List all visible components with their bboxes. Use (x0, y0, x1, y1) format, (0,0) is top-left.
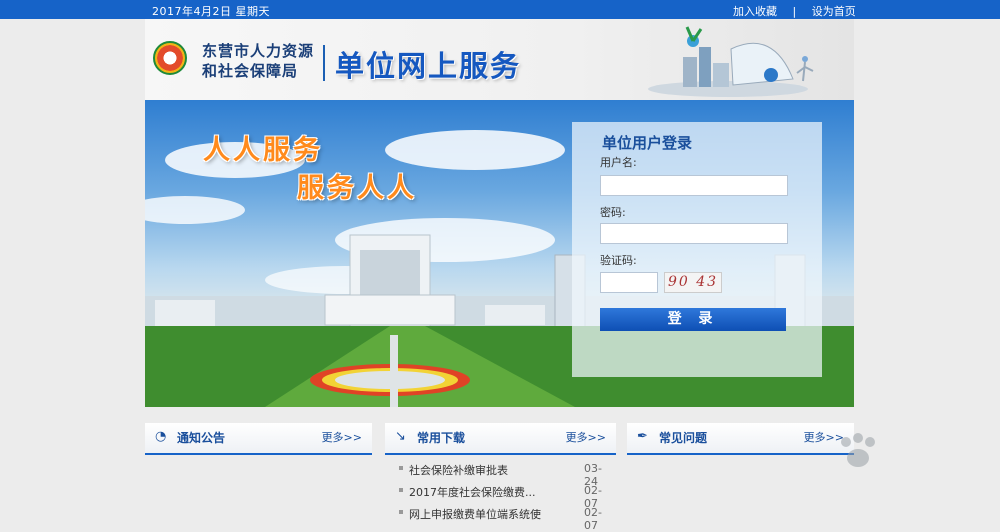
add-favorite-link[interactable]: 加入收藏 (733, 5, 777, 18)
login-title: 单位用户登录 (602, 134, 693, 152)
list-item[interactable]: 2017年度社会保险缴费... 02-07 (399, 484, 614, 510)
organization-name: 东营市人力资源 和社会保障局 (202, 41, 314, 81)
bullet-icon (399, 466, 403, 470)
page-title: 单位网上服务 (335, 49, 522, 83)
question-icon: ✒ (637, 429, 648, 444)
set-homepage-link[interactable]: 设为首页 (812, 5, 856, 18)
captcha-label: 验证码: (600, 254, 637, 267)
top-links: 加入收藏 | 设为首页 (733, 3, 856, 19)
list-item-title[interactable]: 2017年度社会保险缴费... (409, 484, 569, 500)
download-more-link[interactable]: 更多>> (566, 429, 606, 445)
header-divider (323, 45, 325, 81)
current-date: 2017年4月2日 星期天 (152, 5, 270, 18)
link-separator: | (792, 5, 797, 18)
city-illustration-icon (648, 26, 814, 97)
list-item[interactable]: 网上申报缴费单位端系统使 02-07 (399, 506, 614, 532)
bullet-icon (399, 510, 403, 514)
bullet-icon (399, 488, 403, 492)
password-input[interactable] (600, 223, 788, 244)
megaphone-icon: ◔ (155, 429, 167, 444)
download-panel-header: ↘ 常用下载 更多>> (385, 423, 616, 455)
download-list: 社会保险补缴审批表 03-24 2017年度社会保险缴费... 02-07 网上… (399, 462, 614, 532)
username-input[interactable] (600, 175, 788, 196)
baidu-jingyan-watermark-icon (841, 433, 875, 467)
notice-more-link[interactable]: 更多>> (322, 429, 362, 445)
download-panel-title: 常用下载 (417, 431, 466, 445)
hero-banner: 人人服务 服务人人 单位用户登录 用户名: 密码: 验证码: 90 43 登 录 (145, 100, 854, 407)
notice-panel-header: ◔ 通知公告 更多>> (145, 423, 372, 455)
list-item-title[interactable]: 社会保险补缴审批表 (409, 462, 569, 478)
notice-panel-title: 通知公告 (177, 431, 226, 445)
list-item-date: 02-07 (584, 506, 602, 532)
password-label: 密码: (600, 206, 626, 219)
login-panel: 单位用户登录 用户名: 密码: 验证码: 90 43 登 录 (572, 122, 822, 377)
org-name-line1: 东营市人力资源 (202, 42, 315, 60)
captcha-input[interactable] (600, 272, 658, 293)
faq-panel-title: 常见问题 (659, 431, 708, 445)
download-icon: ↘ (395, 429, 406, 444)
login-button[interactable]: 登 录 (600, 308, 786, 331)
slogan-line1: 人人服务 (203, 135, 323, 166)
top-bar: 2017年4月2日 星期天 加入收藏 | 设为首页 (0, 0, 1000, 19)
site-header: 东营市人力资源 和社会保障局 单位网上服务 (145, 19, 854, 100)
slogan-line2: 服务人人 (297, 173, 417, 204)
list-item[interactable]: 社会保险补缴审批表 03-24 (399, 462, 614, 488)
username-label: 用户名: (600, 156, 637, 169)
org-name-line2: 和社会保障局 (202, 62, 299, 80)
captcha-image[interactable]: 90 43 (664, 272, 722, 293)
list-item-title[interactable]: 网上申报缴费单位端系统使 (409, 506, 569, 522)
bureau-emblem-icon (153, 41, 187, 75)
